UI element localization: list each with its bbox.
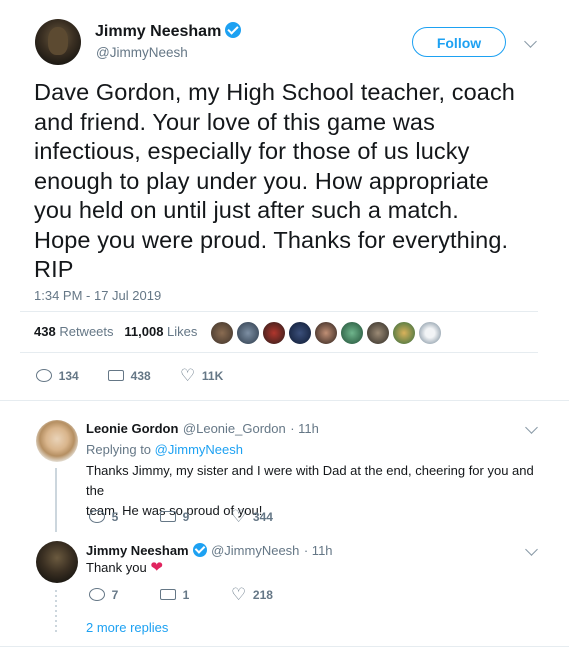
tweet-text-line: RIP xyxy=(34,256,74,282)
reply-text-line: Thank you xyxy=(86,560,147,575)
likes-label: Likes xyxy=(167,324,198,339)
retweets-count: 438 xyxy=(34,324,56,339)
reply-author-name[interactable]: Jimmy Neesham xyxy=(86,543,189,558)
author-avatar[interactable] xyxy=(35,19,81,65)
reply-text: Thank you ❤ xyxy=(86,558,163,578)
tweet-stats: 438 Retweets 11,008 Likes xyxy=(34,324,197,339)
reply-action[interactable]: 5 xyxy=(89,510,118,524)
tweet-timestamp[interactable]: 1:34 PM - 17 Jul 2019 xyxy=(34,288,161,303)
more-replies-link[interactable]: 2 more replies xyxy=(86,618,168,638)
retweets-label: Retweets xyxy=(59,324,114,339)
reply-icon xyxy=(36,369,52,382)
reply-header: Leonie Gordon @Leonie_Gordon · 11h xyxy=(86,420,319,438)
retweet-count: 9 xyxy=(182,510,190,524)
verified-icon xyxy=(225,22,242,38)
tweet-text: Dave Gordon, my High School teacher, coa… xyxy=(34,78,544,285)
liker-avatar[interactable] xyxy=(210,321,234,345)
likes-stat[interactable]: 11,008 Likes xyxy=(124,324,197,339)
reply-time[interactable]: · 11h xyxy=(304,543,333,558)
red-heart-icon: ❤ xyxy=(150,559,163,576)
like-count: 11K xyxy=(201,369,224,383)
tweet-text-line: you held on until just after such a matc… xyxy=(34,197,459,223)
reply-text-line: Thanks Jimmy, my sister and I were with … xyxy=(86,463,534,498)
liker-avatar[interactable] xyxy=(288,321,312,345)
divider xyxy=(20,311,538,312)
liker-avatar[interactable] xyxy=(314,321,338,345)
chevron-down-icon[interactable] xyxy=(524,35,537,48)
tweet-text-line: enough to play under you. How appropriat… xyxy=(34,167,489,194)
tweet-text-line: Dave Gordon, my High School teacher, coa… xyxy=(34,79,515,105)
reply-count: 7 xyxy=(111,588,119,602)
author-name[interactable]: Jimmy Neesham xyxy=(95,23,221,40)
reply-avatar[interactable] xyxy=(36,541,78,583)
like-count: 218 xyxy=(252,588,273,602)
tweet-text-line: infectious, especially for those of us l… xyxy=(34,138,470,164)
reply-action[interactable]: 134 xyxy=(36,369,79,383)
divider xyxy=(0,646,569,647)
heart-icon: ♡ xyxy=(231,585,247,604)
retweet-count: 1 xyxy=(182,588,190,602)
liker-avatar[interactable] xyxy=(366,321,390,345)
reply-count: 5 xyxy=(111,510,119,524)
verified-icon xyxy=(192,543,207,557)
retweets-stat[interactable]: 438 Retweets xyxy=(34,324,114,339)
heart-icon: ♡ xyxy=(180,366,196,385)
reply-author-handle[interactable]: @JimmyNeesh xyxy=(211,543,299,558)
reply-action[interactable]: 7 xyxy=(89,588,118,602)
reply-author-name[interactable]: Leonie Gordon xyxy=(86,421,178,436)
reply-avatar[interactable] xyxy=(36,420,78,462)
thread-line xyxy=(55,590,57,632)
thread-line xyxy=(55,468,57,532)
liker-avatar[interactable] xyxy=(236,321,260,345)
reply-count: 134 xyxy=(58,369,79,383)
reply-text: Thanks Jimmy, my sister and I were with … xyxy=(86,461,546,521)
retweet-icon xyxy=(160,589,176,600)
reply-author-handle[interactable]: @Leonie_Gordon xyxy=(183,421,286,436)
chevron-down-icon[interactable] xyxy=(525,421,538,434)
author-name-row[interactable]: Jimmy Neesham xyxy=(95,22,242,41)
chevron-down-icon[interactable] xyxy=(525,543,538,556)
replying-handle-link[interactable]: @JimmyNeesh xyxy=(155,442,243,457)
replying-prefix: Replying to xyxy=(86,442,152,457)
heart-icon: ♡ xyxy=(231,507,247,526)
likes-count: 11,008 xyxy=(124,324,164,339)
liker-avatar[interactable] xyxy=(262,321,286,345)
follow-button[interactable]: Follow xyxy=(412,27,506,57)
retweet-count: 438 xyxy=(130,369,151,383)
like-action[interactable]: ♡ 218 xyxy=(231,585,273,604)
like-action[interactable]: ♡ 344 xyxy=(231,507,273,526)
reply-icon xyxy=(89,588,105,601)
retweet-action[interactable]: 438 xyxy=(108,369,151,383)
retweet-icon xyxy=(108,370,124,381)
reply-text-line: team. He was so proud of you! xyxy=(86,503,263,518)
divider xyxy=(20,352,538,353)
like-count: 344 xyxy=(252,510,273,524)
like-action[interactable]: ♡ 11K xyxy=(180,366,224,385)
replying-to: Replying to @JimmyNeesh xyxy=(86,442,243,457)
liker-avatar[interactable] xyxy=(392,321,416,345)
reply-time[interactable]: · 11h xyxy=(290,421,319,436)
author-handle[interactable]: @JimmyNeesh xyxy=(96,45,188,60)
reply-icon xyxy=(89,510,105,523)
retweet-icon xyxy=(160,511,176,522)
retweet-action[interactable]: 9 xyxy=(160,510,189,524)
retweet-action[interactable]: 1 xyxy=(160,588,189,602)
liker-avatar[interactable] xyxy=(418,321,442,345)
tweet-text-line: and friend. Your love of this game was xyxy=(34,108,435,135)
tweet-text-line: Hope you were proud. Thanks for everythi… xyxy=(34,226,509,253)
liker-avatar[interactable] xyxy=(340,321,364,345)
divider xyxy=(0,400,569,401)
